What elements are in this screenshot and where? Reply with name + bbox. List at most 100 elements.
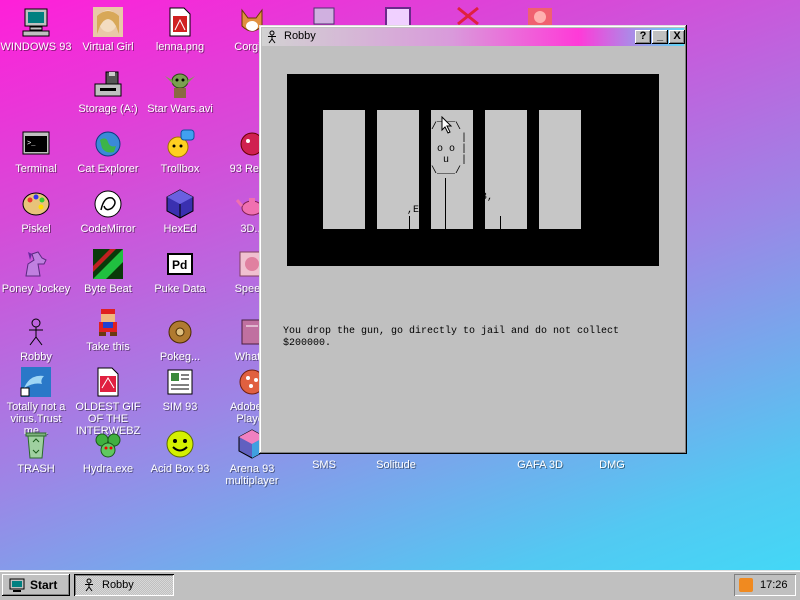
desktop-icon-label: lenna.png [155,41,205,53]
desktop-icon-label: DMG [599,459,625,471]
stick-figure-icon [85,578,93,592]
desktop-icon-label: CodeMirror [80,223,136,235]
gif-file-icon [97,367,119,397]
puke-data-icon: Pd [167,253,193,275]
floppy-drive-icon [94,71,122,97]
desktop-icon-label: HexEd [163,223,197,235]
palette-icon [22,192,50,216]
taskbar-item-robby[interactable]: Robby [74,574,174,596]
desktop-icon-lenna[interactable]: lenna.png [144,6,216,53]
desktop-icon-windows93[interactable]: WINDOWS 93 [0,6,72,53]
desktop-icon-label: Cat Explorer [77,163,139,175]
window-titlebar[interactable]: Robby ? _ X [262,28,685,46]
acid-smiley-icon [166,430,194,458]
image-file-icon [169,7,191,37]
trollbox-icon [167,129,195,158]
desktop-icon-storage[interactable]: Storage (A:) [72,68,144,115]
desktop-icon-label: Take this [86,341,130,353]
taskbar: Start Robby 17:26 [0,570,800,600]
desktop-icon-label: Acid Box 93 [150,463,210,475]
desktop-icon-label: SIM 93 [162,401,198,413]
desktop-icon-take-this[interactable]: Take this [72,306,144,353]
rss-icon[interactable] [739,578,753,592]
minimize-button[interactable]: _ [652,30,668,44]
yoda-icon [165,73,195,98]
desktop-icon-virtual-girl[interactable]: Virtual Girl [72,6,144,53]
desktop-icon-byte-beat[interactable]: Byte Beat [72,248,144,295]
jail-bar [539,110,581,229]
desktop-icon-codemirror[interactable]: CodeMirror [72,188,144,235]
pony-icon [25,251,47,277]
jail-scene: /‾‾‾\ | | | o o | | u | \___/ ,E 3, [287,74,659,266]
desktop-icon-hexed[interactable]: HexEd [144,188,216,235]
desktop-icon-label: Arena 93 multiplayer [225,463,279,487]
computer-icon [22,8,50,37]
desktop-icon-robby[interactable]: Robby [0,316,72,363]
desktop-icon-label: Byte Beat [84,283,132,295]
desktop-icon-label: SMS [312,459,336,471]
mouse-cursor-icon [441,116,453,134]
window-title: Robby [284,30,316,42]
system-tray: 17:26 [734,574,796,596]
jail-bar [485,110,527,229]
cat-explorer-icon [95,131,121,157]
desktop-icon-label: Puke Data [154,283,206,295]
svg-text:>_: >_ [27,140,36,148]
taskbar-item-label: Robby [102,579,134,591]
mario-icon [99,309,117,336]
desktop-icon-label: Solitude [376,459,416,471]
robby-left-hand: ,E [407,205,420,216]
desktop-icon-star-wars[interactable]: Star Wars.avi [144,68,216,115]
desktop-icon-sim93[interactable]: SIM 93 [144,366,216,413]
hex-cube-icon [166,189,194,219]
jail-bar [323,110,365,229]
desktop-icon-trash[interactable]: TRASH [0,428,72,475]
close-button[interactable]: X [669,30,685,44]
clock: 17:26 [760,579,788,591]
desktop-icon-hydra[interactable]: Hydra.exe [72,428,144,475]
desktop-icon-label: Star Wars.avi [147,103,213,115]
byte-beat-icon [93,249,123,279]
hydra-icon [95,433,121,458]
robby-body [445,178,446,230]
sim-icon [167,369,193,395]
desktop-icon-acid-box[interactable]: Acid Box 93 [144,428,216,475]
desktop-icon-label: Robby [20,351,52,363]
robby-right-hand: 3, [481,192,494,203]
start-label: Start [30,578,58,592]
stick-figure-icon [29,318,43,346]
desktop-icon-label: TRASH [17,463,55,475]
desktop-icon-label: Storage (A:) [78,103,138,115]
robby-leg-right [500,216,501,230]
terminal-icon: >_ [22,131,50,155]
desktop-icon-poney-jockey[interactable]: Poney Jockey [0,248,72,295]
desktop-icon-pokeg[interactable]: Pokeg... [144,316,216,363]
trash-icon [25,432,47,459]
dolphin-icon [20,367,51,397]
start-button[interactable]: Start [2,574,70,596]
svg-text:Pd: Pd [172,258,187,272]
desktop-icon-label: Hydra.exe [82,463,134,475]
stick-figure-icon [268,30,276,44]
help-button[interactable]: ? [635,30,651,44]
desktop-icon-cat-explorer[interactable]: Cat Explorer [72,128,144,175]
desktop-icon-label: Trollbox [160,163,200,175]
desktop-icon-puke-data[interactable]: Pd Puke Data [144,248,216,295]
pokeball-icon [168,320,192,344]
desktop-icon-label: Piskel [21,223,51,235]
virtual-girl-icon [93,7,123,37]
robby-leg-left [409,216,410,230]
desktop-icon-label: Poney Jockey [1,283,71,295]
start-icon [9,578,25,592]
desktop-icon-label: Pokeg... [159,351,201,363]
codemirror-icon [94,190,122,218]
desktop-icon-label: Virtual Girl [82,41,134,53]
desktop-icon-piskel[interactable]: Piskel [0,188,72,235]
game-message: You drop the gun, go directly to jail an… [283,326,626,349]
robby-window[interactable]: Robby ? _ X /‾‾‾\ | | | o o | | u | \___… [259,25,687,454]
desktop-icon-totally-not-a-virus[interactable]: Totally not a virus.Trust me... [0,366,72,437]
desktop-icon-trollbox[interactable]: Trollbox [144,128,216,175]
desktop-icon-label: Terminal [15,163,57,175]
desktop-icon-terminal[interactable]: >_ Terminal [0,128,72,175]
desktop-icon-label: WINDOWS 93 [0,41,72,53]
